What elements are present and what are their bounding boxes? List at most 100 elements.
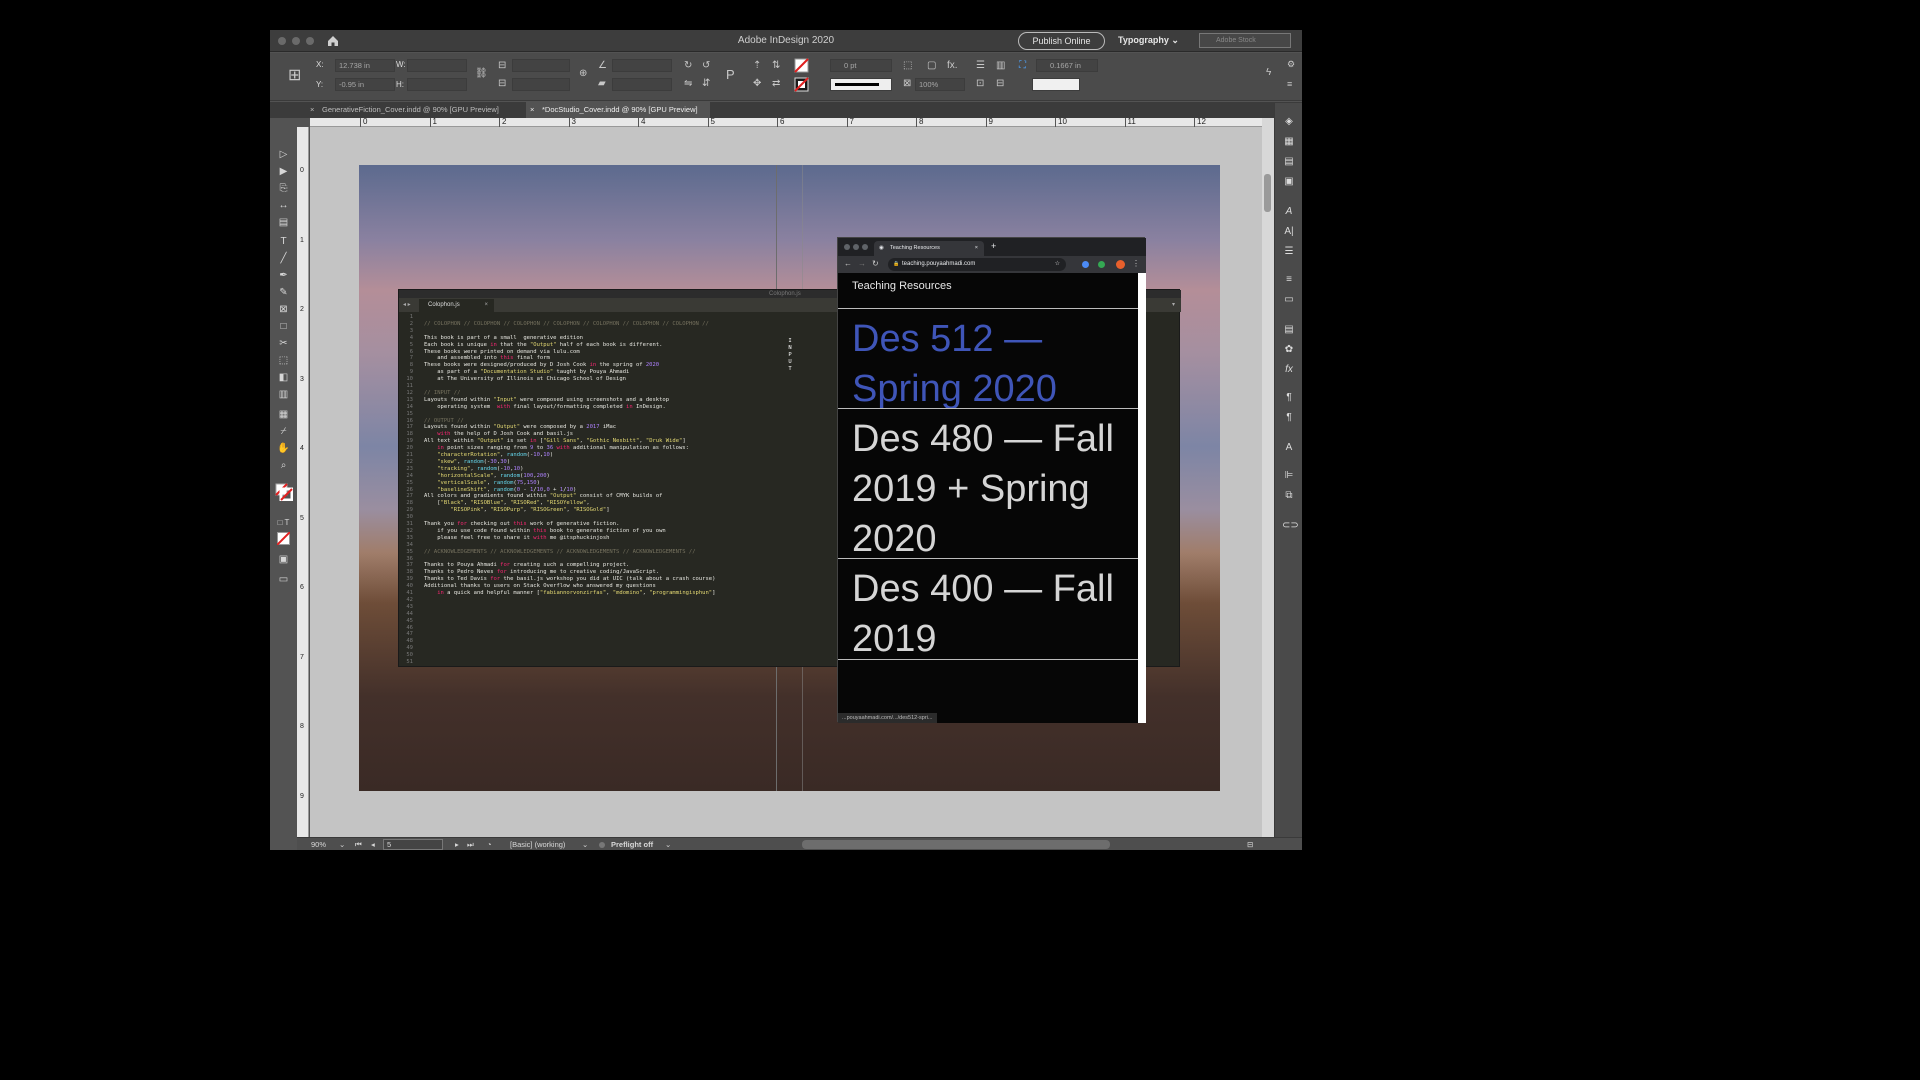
text-wrap-bbox-icon[interactable]: ▥ <box>996 60 1005 71</box>
auto-fit-icon[interactable]: ⛶ <box>1019 60 1026 71</box>
formatting-affects-container-icon[interactable]: □ T <box>276 516 291 529</box>
flip-horizontal-icon[interactable]: ⇋ <box>684 78 692 89</box>
tab-generativefiction[interactable]: × GenerativeFiction_Cover.indd @ 90% [GPU… <box>306 102 538 118</box>
character-styles-icon[interactable]: A <box>1282 205 1296 218</box>
gap-tool-icon[interactable]: ↔ <box>276 199 291 212</box>
align-panel-icon[interactable]: ⊫ <box>1282 469 1296 482</box>
fill-none-swatch-icon[interactable] <box>794 58 809 73</box>
tab-docstudio[interactable]: × *DocStudio_Cover.indd @ 90% [GPU Previe… <box>526 102 710 118</box>
selection-tool-icon[interactable]: ▷ <box>276 148 291 161</box>
shear-icon[interactable]: ▰ <box>598 78 606 89</box>
object-style-swatch[interactable] <box>1032 78 1080 91</box>
content-collector-icon[interactable]: ▤ <box>276 216 291 229</box>
effects-panel-icon[interactable]: fx <box>1282 363 1296 376</box>
previous-page-icon[interactable]: ◂ <box>371 838 375 850</box>
links-panel-icon[interactable]: ▤ <box>1282 155 1296 168</box>
style-indicator[interactable]: [Basic] (working) <box>510 838 565 850</box>
adobe-stock-search[interactable]: Adobe Stock <box>1199 33 1291 48</box>
stroke-type-select[interactable] <box>830 78 892 91</box>
select-next-icon[interactable]: ⇄ <box>772 78 780 89</box>
open-document-icon[interactable]: ◔ <box>487 838 492 850</box>
w-field[interactable] <box>407 59 467 72</box>
rotate-ccw-icon[interactable]: ↺ <box>702 60 710 71</box>
chevron-down-icon[interactable]: ⌄ <box>665 838 671 850</box>
scale-y-field[interactable] <box>512 78 570 91</box>
chevron-down-icon[interactable]: ⌄ <box>339 838 345 850</box>
stroke-style-icon[interactable]: ⬚ <box>903 60 912 71</box>
select-content-icon[interactable]: ✥ <box>753 78 761 89</box>
pen-tool-icon[interactable]: ✒ <box>276 269 291 282</box>
pencil-tool-icon[interactable]: ✎ <box>276 286 291 299</box>
pathfinder-panel-icon[interactable]: ⧉ <box>1282 489 1296 502</box>
hyperlinks-panel-icon[interactable]: ⊂⊃ <box>1282 519 1299 532</box>
rotate-cw-icon[interactable]: ↻ <box>684 60 692 71</box>
preview-mode-icon[interactable]: ▭ <box>276 573 291 586</box>
first-page-icon[interactable]: ⏮ <box>355 838 362 850</box>
align-center-icon[interactable]: ⊟ <box>996 78 1004 89</box>
select-container-icon[interactable]: ⇡ <box>753 60 761 71</box>
h-field[interactable] <box>407 78 467 91</box>
gradient-feather-tool-icon[interactable]: ▥ <box>276 388 291 401</box>
rectangle-frame-tool-icon[interactable]: ⊠ <box>276 303 291 316</box>
line-tool-icon[interactable]: ╱ <box>276 252 291 265</box>
panel-menu-icon[interactable]: ≡ <box>1287 79 1292 89</box>
chevron-down-icon[interactable]: ⌄ <box>582 838 588 850</box>
preflight-status[interactable]: Preflight off <box>611 838 653 850</box>
fill-stroke-swatch-icon[interactable] <box>275 483 293 501</box>
next-page-icon[interactable]: ▸ <box>455 838 459 850</box>
select-previous-icon[interactable]: ⇅ <box>772 60 780 71</box>
apply-none-icon[interactable] <box>277 532 290 545</box>
paragraph-styles-icon[interactable]: ¶ <box>1282 391 1296 404</box>
y-field[interactable]: -0.95 in <box>335 78 395 91</box>
flip-vertical-icon[interactable]: ⇵ <box>702 78 710 89</box>
vertical-scroll-thumb[interactable] <box>1264 174 1271 212</box>
reference-point-icon[interactable]: ⊞ <box>288 65 301 85</box>
close-tab-icon[interactable]: × <box>530 102 534 118</box>
glyphs-panel-icon[interactable]: A <box>1282 441 1296 454</box>
scale-x-icon[interactable]: ⊟ <box>498 60 506 71</box>
document-spread[interactable]: Colophon.js ◂ ▸ Colophon.js × ▾ 123456789… <box>359 165 1220 791</box>
page-tool-icon[interactable]: ⎘ <box>276 182 291 195</box>
scale-y-icon[interactable]: ⊟ <box>498 78 506 89</box>
stroke-weight-field[interactable]: 0 pt <box>830 59 892 72</box>
zoom-level[interactable]: 90% <box>311 838 326 850</box>
scale-x-field[interactable] <box>512 59 570 72</box>
scale-lock-icon[interactable]: ⊕ <box>579 68 587 79</box>
color-panel-icon[interactable]: ✿ <box>1282 343 1296 356</box>
close-tab-icon[interactable]: × <box>310 102 314 118</box>
screen-mode-icon[interactable]: ▣ <box>276 553 291 566</box>
paragraph-p-icon[interactable]: P <box>726 67 735 82</box>
zoom-tool-icon[interactable]: ⌕ <box>276 459 291 472</box>
stroke-panel-icon[interactable]: ▭ <box>1282 293 1296 306</box>
object-styles-icon[interactable]: ¶ <box>1282 411 1296 424</box>
paragraph-panel-icon[interactable]: ☰ <box>1282 245 1296 258</box>
rotation-field[interactable] <box>612 59 672 72</box>
rectangle-tool-icon[interactable]: □ <box>276 320 291 333</box>
text-wrap-icon[interactable]: ≡ <box>1282 273 1296 286</box>
lightning-icon[interactable]: ϟ <box>1266 67 1271 78</box>
layers-panel-icon[interactable]: ◈ <box>1282 115 1296 128</box>
free-transform-tool-icon[interactable]: ⬚ <box>276 354 291 367</box>
gradient-tool-icon[interactable]: ◧ <box>276 371 291 384</box>
type-tool-icon[interactable]: T <box>276 235 291 248</box>
vertical-scrollbar[interactable] <box>1262 118 1274 838</box>
eyedropper-tool-icon[interactable]: ⌿ <box>276 425 291 438</box>
direct-selection-tool-icon[interactable]: ▶ <box>276 165 291 178</box>
publish-online-button[interactable]: Publish Online <box>1018 32 1105 50</box>
constrain-proportions-icon[interactable]: ⛓ <box>475 68 488 79</box>
pages-panel-icon[interactable]: ▦ <box>1282 135 1296 148</box>
gear-icon[interactable]: ⚙ <box>1287 59 1295 70</box>
hand-tool-icon[interactable]: ✋ <box>276 442 291 455</box>
swatches-panel-icon[interactable]: ▤ <box>1282 323 1296 336</box>
offset-field[interactable]: 0.1667 in <box>1036 59 1098 72</box>
shear-field[interactable] <box>612 78 672 91</box>
text-wrap-none-icon[interactable]: ☰ <box>976 60 985 71</box>
stroke-swatch-icon[interactable] <box>794 77 809 92</box>
note-tool-icon[interactable]: ▦ <box>276 408 291 421</box>
split-window-icon[interactable]: ⊟ <box>1247 838 1253 850</box>
cc-libraries-icon[interactable]: ▣ <box>1282 175 1296 188</box>
opacity-field[interactable]: 100% <box>915 78 965 91</box>
frame-icon[interactable]: ▢ <box>927 60 936 71</box>
horizontal-scroll-thumb[interactable] <box>802 840 1110 849</box>
pasteboard[interactable]: Colophon.js ◂ ▸ Colophon.js × ▾ 123456789… <box>310 127 1262 837</box>
